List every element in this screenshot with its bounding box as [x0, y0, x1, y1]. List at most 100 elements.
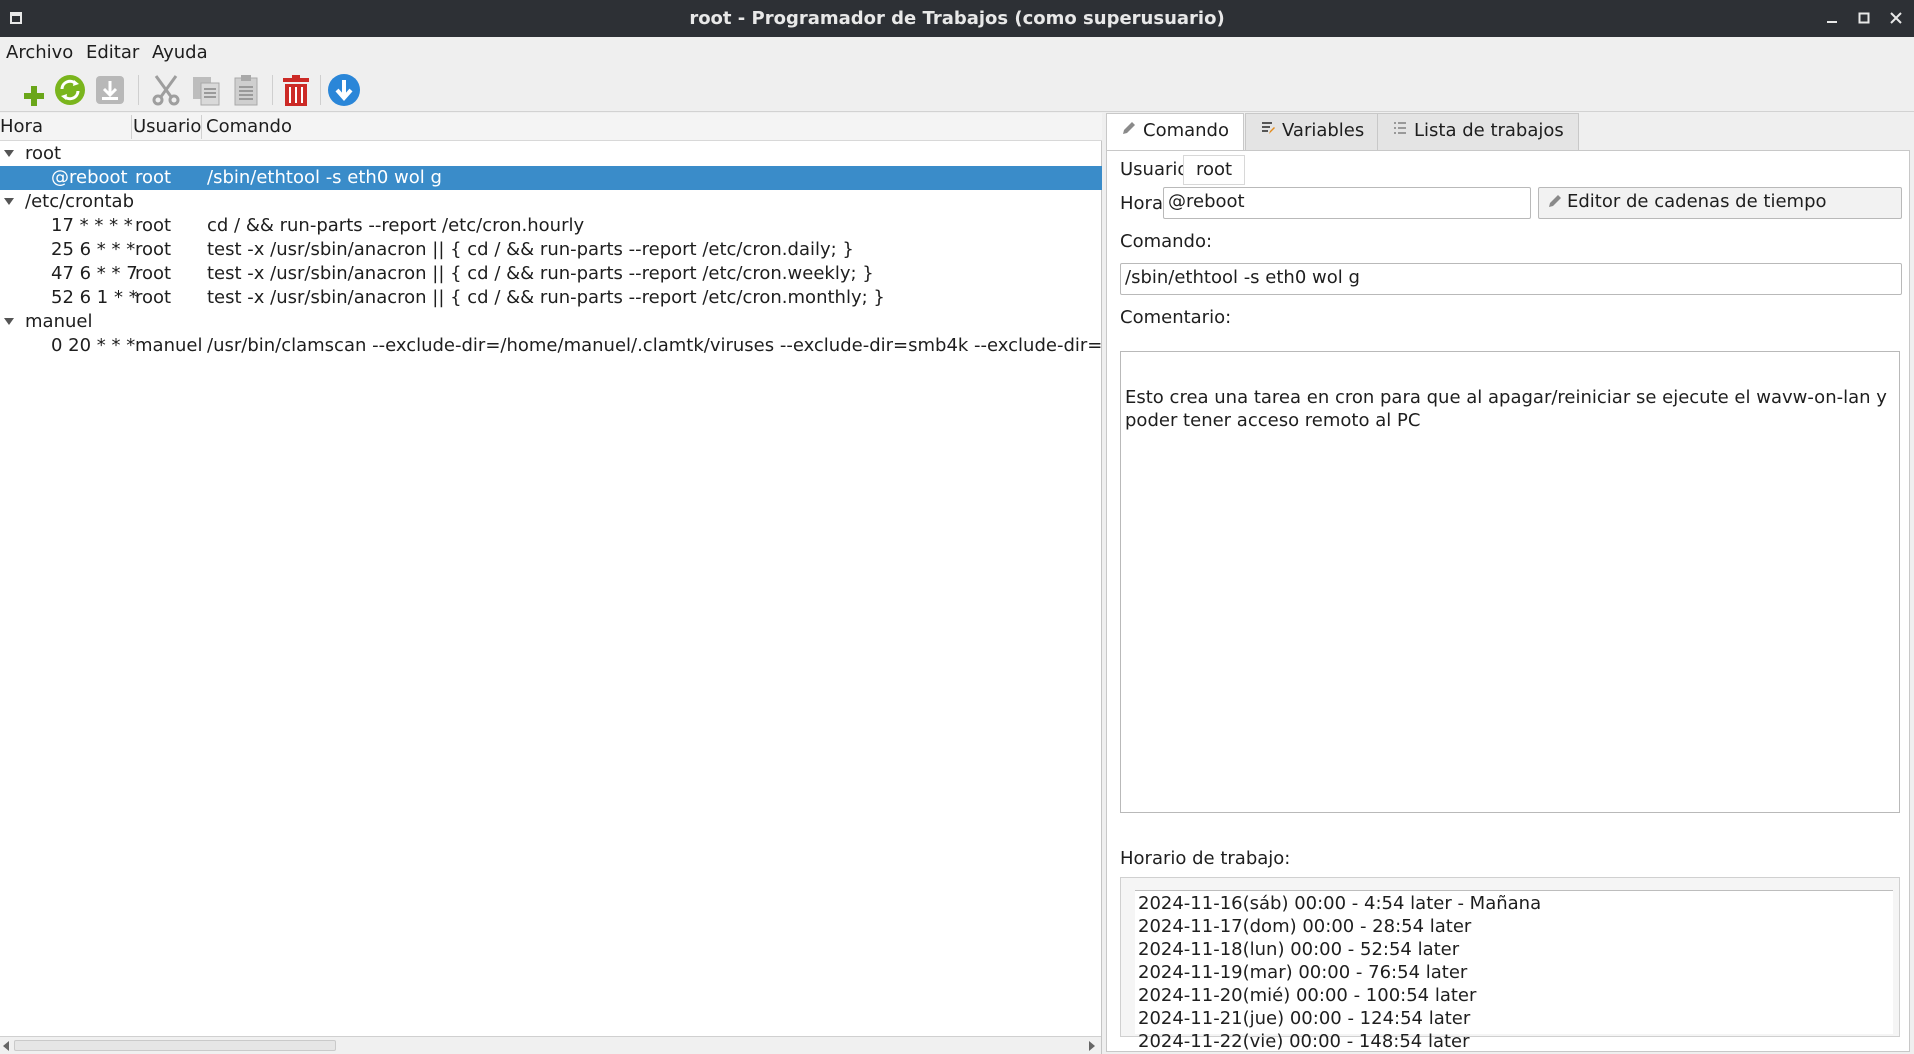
tab-label: Comando [1143, 120, 1229, 141]
refresh-button[interactable] [52, 72, 88, 108]
cell-command: /usr/bin/clamscan --exclude-dir=/home/ma… [207, 335, 1102, 356]
tab-variables[interactable]: Variables [1245, 113, 1380, 150]
cut-button[interactable] [148, 72, 184, 108]
menu-editar[interactable]: Editar [86, 42, 139, 63]
command-input[interactable]: /sbin/ethtool -s eth0 wol g [1120, 263, 1902, 295]
time-input[interactable]: @reboot [1163, 187, 1531, 219]
minimize-button[interactable] [1820, 6, 1844, 30]
user-value: root [1183, 155, 1246, 185]
paste-icon [234, 75, 258, 106]
tab-comando[interactable]: Comando [1106, 113, 1244, 151]
save-button[interactable] [92, 72, 128, 108]
cell-user: root [135, 263, 172, 284]
comment-label: Comentario: [1120, 307, 1232, 328]
expand-arrow-icon[interactable] [4, 318, 14, 325]
close-icon [1890, 12, 1902, 24]
job-tree[interactable]: Hora Usuario Comando root @reboot root /… [0, 113, 1102, 1054]
close-button[interactable] [1884, 6, 1908, 30]
toolbar [0, 67, 1914, 112]
time-label: Hora: [1120, 193, 1170, 214]
group-label: root [25, 143, 62, 164]
cell-time: @reboot [51, 167, 128, 188]
cell-user: root [135, 239, 172, 260]
column-header-usuario[interactable]: Usuario [133, 116, 201, 137]
column-divider[interactable] [201, 115, 202, 139]
download-button[interactable] [326, 72, 362, 108]
command-label: Comando: [1120, 231, 1213, 252]
tab-label: Variables [1282, 120, 1365, 141]
tab-panel-comando: Usuario: root Hora: @reboot Editor de ca… [1106, 150, 1910, 1052]
list-item[interactable]: 2024-11-18(lun) 00:00 - 52:54 later [1138, 939, 1459, 960]
list-item[interactable]: 2024-11-17(dom) 00:00 - 28:54 later [1138, 916, 1471, 937]
list-item[interactable]: 2024-11-22(vie) 00:00 - 148:54 later [1138, 1031, 1470, 1052]
scroll-left-icon[interactable] [2, 1041, 10, 1051]
cell-command: /sbin/ethtool -s eth0 wol g [207, 167, 442, 188]
copy-icon [193, 77, 220, 106]
tree-group-root[interactable]: root [0, 142, 1102, 166]
schedule-list-view[interactable]: 2024-11-16(sáb) 00:00 - 4:54 later - Mañ… [1135, 890, 1893, 1052]
table-row[interactable]: 47 6 * * 7 root test -x /usr/sbin/anacro… [0, 262, 1102, 286]
time-editor-button[interactable]: Editor de cadenas de tiempo [1538, 187, 1902, 219]
menu-bar: Archivo Editar Ayuda [0, 37, 1914, 67]
schedule-list[interactable]: 2024-11-16(sáb) 00:00 - 4:54 later - Mañ… [1120, 877, 1900, 1052]
menu-ayuda[interactable]: Ayuda [152, 42, 208, 63]
cell-user: root [135, 167, 172, 188]
cell-time: 47 6 * * 7 [51, 263, 138, 284]
cell-time: 25 6 * * * [51, 239, 136, 260]
comment-textarea[interactable]: Esto crea una tarea en cron para que al … [1120, 351, 1900, 813]
list-icon [1392, 114, 1408, 148]
tab-lista-de-trabajos[interactable]: Lista de trabajos [1377, 113, 1579, 150]
list-item[interactable]: 2024-11-16(sáb) 00:00 - 4:54 later - Mañ… [1138, 893, 1541, 914]
cell-time: 0 20 * * * [51, 335, 136, 356]
toolbar-separator [272, 75, 273, 105]
scroll-right-icon[interactable] [1088, 1041, 1096, 1051]
list-item[interactable]: 2024-11-19(mar) 00:00 - 76:54 later [1138, 962, 1467, 983]
table-row[interactable]: 17 * * * * root cd / && run-parts --repo… [0, 214, 1102, 238]
delete-button[interactable] [278, 72, 314, 108]
pencil-icon [1121, 114, 1137, 148]
copy-button[interactable] [188, 72, 224, 108]
table-row[interactable]: 0 20 * * * manuel /usr/bin/clamscan --ex… [0, 334, 1102, 358]
table-row[interactable]: 25 6 * * * root test -x /usr/sbin/anacro… [0, 238, 1102, 262]
maximize-button[interactable] [1852, 6, 1876, 30]
list-item[interactable]: 2024-11-20(mié) 00:00 - 100:54 later [1138, 985, 1476, 1006]
tree-group-crontab[interactable]: /etc/crontab [0, 190, 1102, 214]
group-label: manuel [25, 311, 93, 332]
scrollbar-thumb[interactable] [14, 1040, 336, 1051]
schedule-label: Horario de trabajo: [1120, 848, 1291, 869]
details-pane: Comando Variables Lista de trabajos Usua… [1106, 113, 1914, 1054]
toolbar-separator [138, 75, 139, 105]
variables-icon [1260, 114, 1276, 148]
cell-command: test -x /usr/sbin/anacron || { cd / && r… [207, 263, 874, 284]
save-icon [96, 76, 124, 104]
download-icon [328, 74, 360, 106]
paste-button[interactable] [228, 72, 264, 108]
cell-user: root [135, 215, 172, 236]
cell-user: manuel [135, 335, 203, 356]
group-label: /etc/crontab [25, 191, 134, 212]
refresh-icon [55, 75, 85, 105]
cell-command: test -x /usr/sbin/anacron || { cd / && r… [207, 287, 885, 308]
maximize-icon [1858, 12, 1870, 24]
pencil-icon [1549, 195, 1561, 207]
list-item[interactable]: 2024-11-21(jue) 00:00 - 124:54 later [1138, 1008, 1470, 1029]
delete-icon [283, 75, 309, 106]
cell-time: 17 * * * * [51, 215, 133, 236]
expand-arrow-icon[interactable] [4, 198, 14, 205]
horizontal-scrollbar[interactable] [0, 1036, 1101, 1054]
menu-archivo[interactable]: Archivo [6, 42, 73, 63]
cell-command: cd / && run-parts --report /etc/cron.hou… [207, 215, 585, 236]
title-bar: root - Programador de Trabajos (como sup… [0, 0, 1914, 37]
table-row[interactable]: @reboot root /sbin/ethtool -s eth0 wol g [0, 166, 1102, 190]
column-divider[interactable] [131, 115, 132, 139]
tree-header: Hora Usuario Comando [0, 113, 1102, 141]
tree-group-manuel[interactable]: manuel [0, 310, 1102, 334]
column-header-hora[interactable]: Hora [0, 116, 43, 137]
cell-time: 52 6 1 * * [51, 287, 138, 308]
button-label: Editor de cadenas de tiempo [1567, 191, 1827, 212]
expand-arrow-icon[interactable] [4, 150, 14, 157]
add-task-button[interactable] [16, 72, 52, 108]
table-row[interactable]: 52 6 1 * * root test -x /usr/sbin/anacro… [0, 286, 1102, 310]
column-header-comando[interactable]: Comando [206, 116, 292, 137]
toolbar-separator [320, 75, 321, 105]
